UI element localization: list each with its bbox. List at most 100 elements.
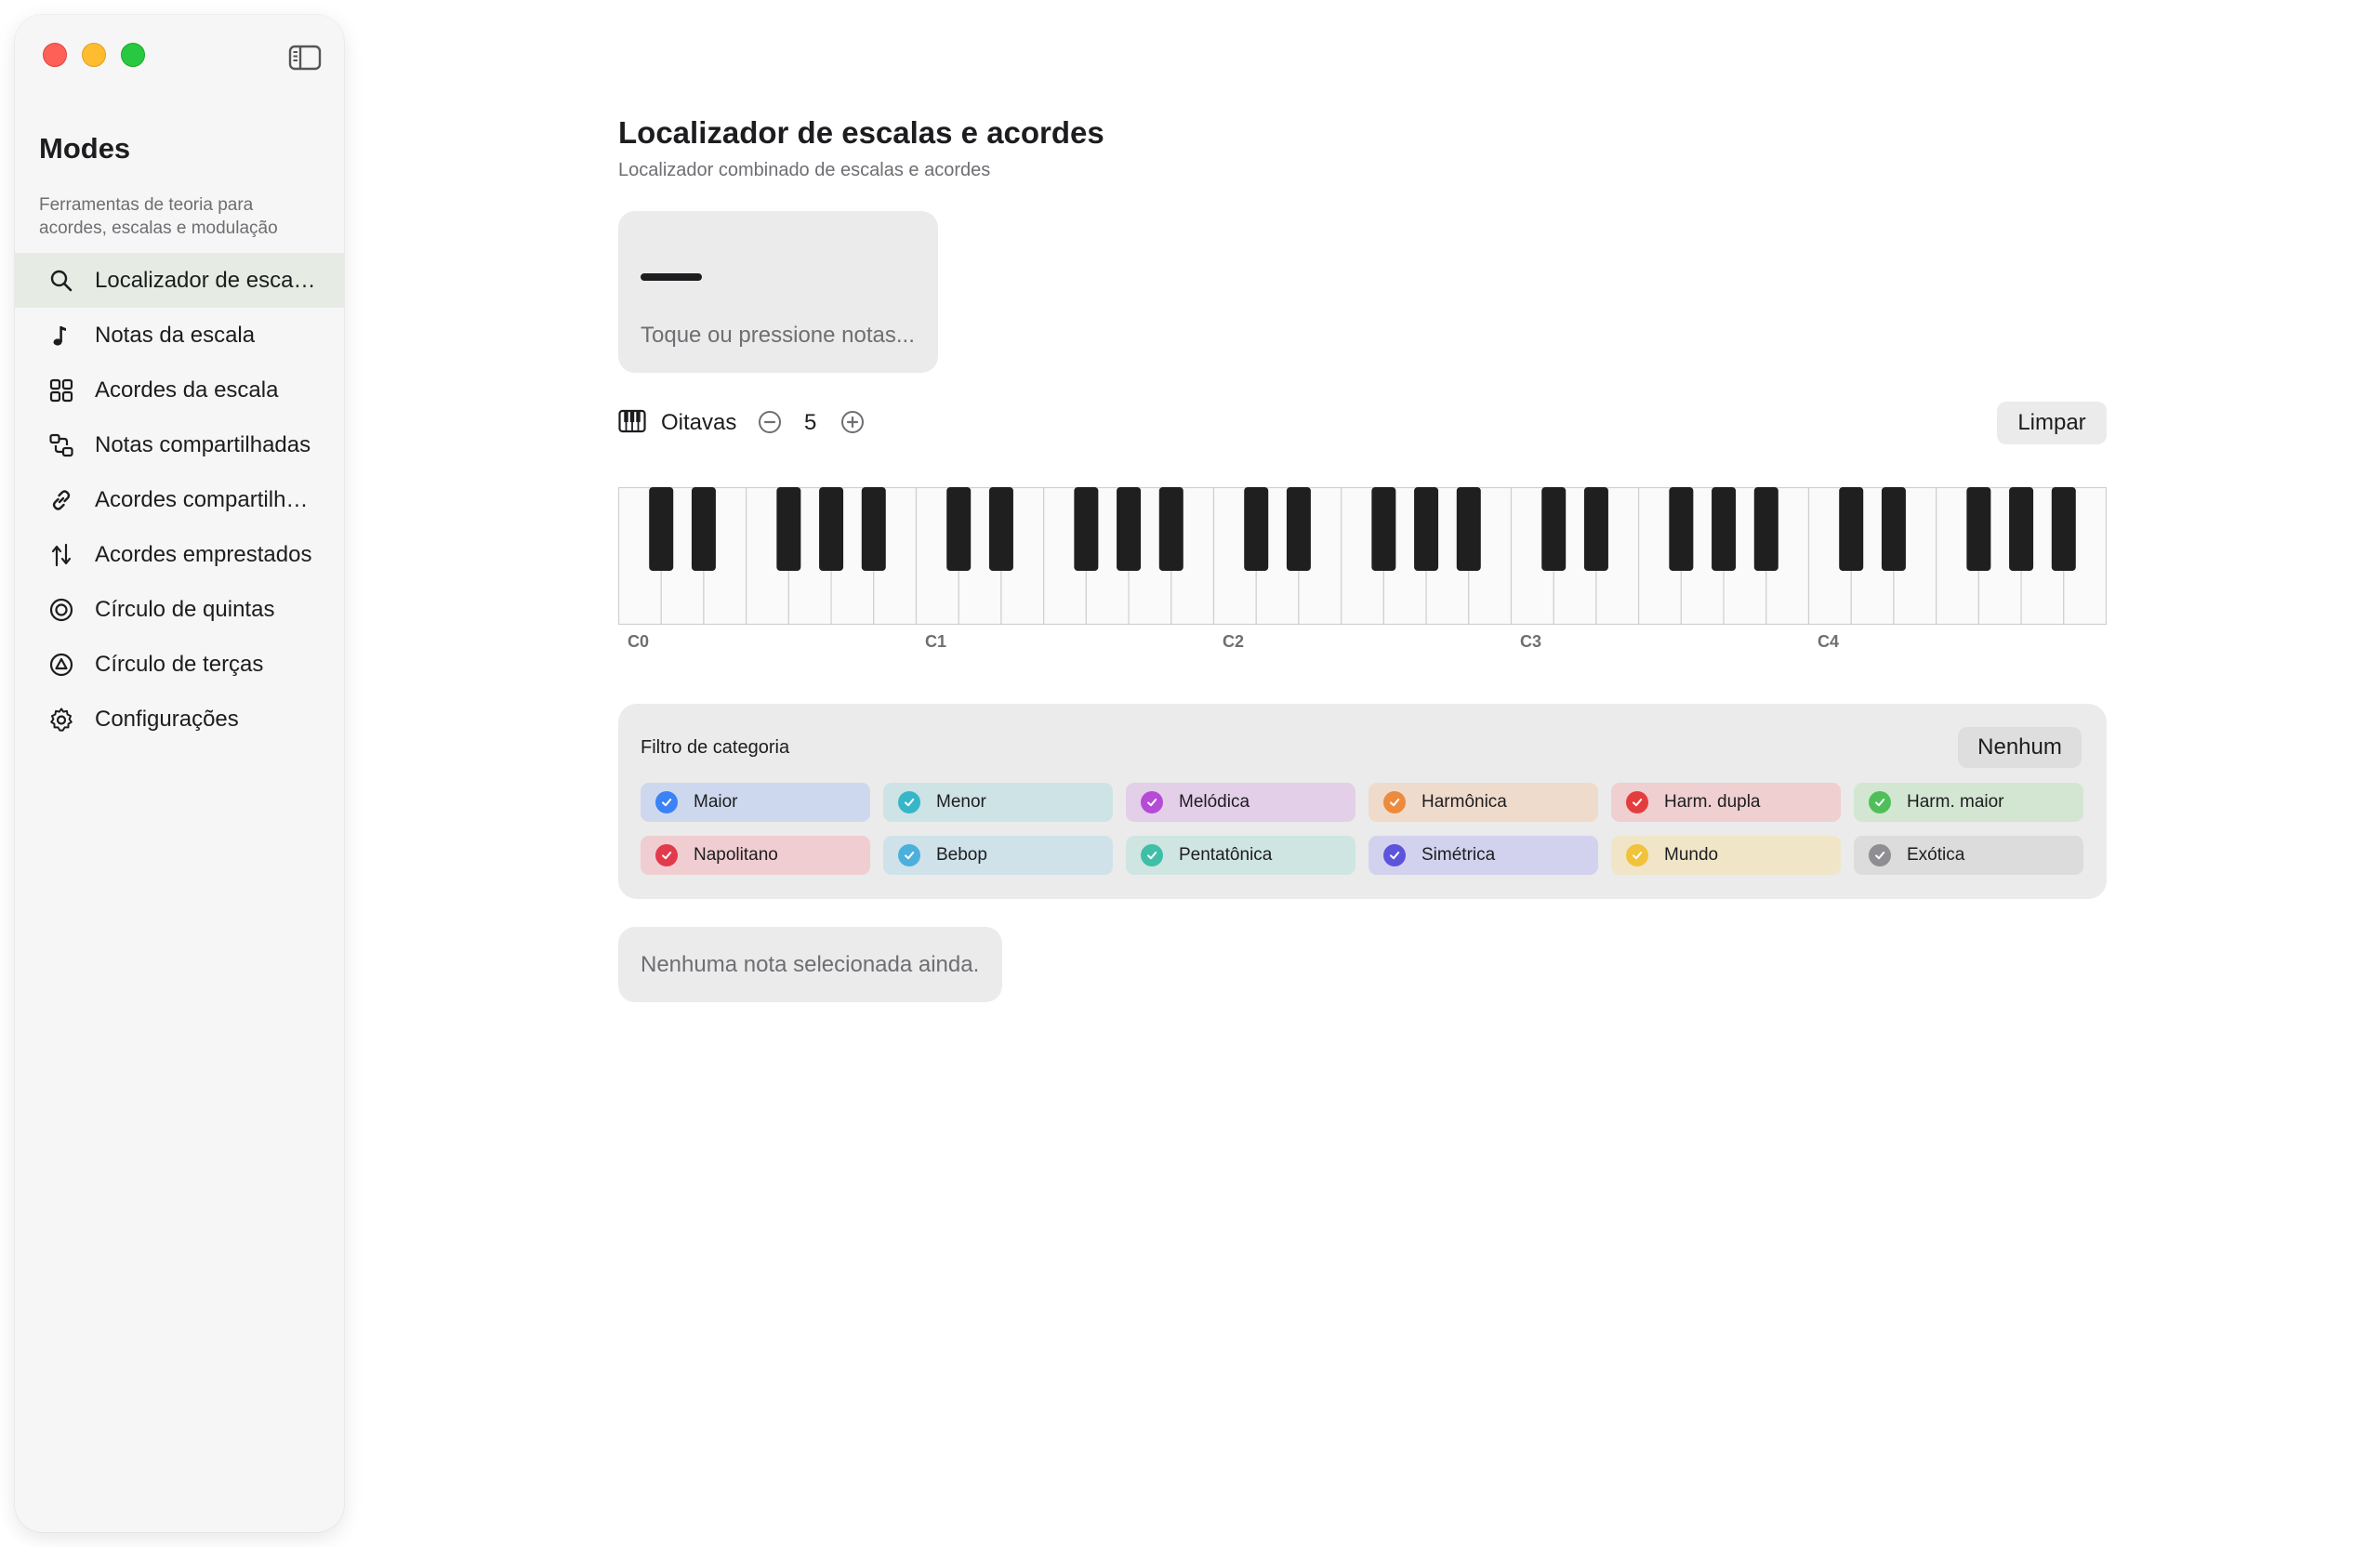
black-key (1286, 487, 1311, 571)
category-chip-label: Harmônica (1421, 792, 1507, 812)
black-key (1414, 487, 1439, 571)
black-key (1371, 487, 1396, 571)
sidebar-toggle-icon[interactable] (288, 45, 322, 71)
black-key (1456, 487, 1481, 571)
grid-icon (48, 377, 74, 403)
octaves-label: Oitavas (661, 410, 737, 435)
search-icon (48, 268, 74, 294)
zoom-window-button[interactable] (121, 43, 145, 67)
checkmark-icon (1626, 844, 1648, 866)
sidebar-item-scale-chords[interactable]: Acordes da escala (15, 363, 344, 417)
sidebar-item-label: Localizador de escalas e acordes (95, 267, 318, 293)
sidebar-item-label: Notas da escala (95, 322, 256, 348)
minimize-window-button[interactable] (82, 43, 106, 67)
checkmark-icon (1869, 791, 1891, 813)
black-key (1074, 487, 1099, 571)
black-key (1244, 487, 1269, 571)
checkmark-icon (1383, 844, 1406, 866)
checkmark-icon (655, 791, 678, 813)
page-title: Localizador de escalas e acordes (618, 115, 1104, 150)
checkmark-icon (898, 844, 920, 866)
sidebar-item-label: Acordes emprestados (95, 541, 312, 567)
sidebar-item-shared-notes[interactable]: Notas compartilhadas (15, 417, 344, 472)
black-key (946, 487, 972, 571)
sidebar-item-label: Círculo de terças (95, 651, 264, 677)
sidebar-item-label: Círculo de quintas (95, 596, 275, 622)
black-key (1753, 487, 1778, 571)
select-none-button[interactable]: Nenhum (1958, 727, 2082, 768)
sidebar-item-circle-of-fifths[interactable]: Círculo de quintas (15, 582, 344, 637)
category-chip[interactable]: Harm. dupla (1611, 783, 1841, 822)
checkmark-icon (655, 844, 678, 866)
black-key (1541, 487, 1567, 571)
octave-labels: C0 C1 C2 C3 C4 (618, 632, 2107, 654)
checkmark-icon (1626, 791, 1648, 813)
category-chip[interactable]: Menor (883, 783, 1113, 822)
empty-message: Nenhuma nota selecionada ainda. (641, 952, 980, 977)
black-key (1881, 487, 1906, 571)
black-key (691, 487, 716, 571)
triangle-circle-icon (48, 652, 74, 678)
category-chip[interactable]: Simétrica (1368, 836, 1598, 875)
octave-controls: Oitavas 5 Limpar (618, 402, 2107, 444)
sidebar-item-label: Acordes da escala (95, 377, 279, 403)
category-chip[interactable]: Melódica (1126, 783, 1355, 822)
octave-label-c3: C3 (1520, 632, 1542, 651)
checkmark-icon (898, 791, 920, 813)
sidebar-item-label: Configurações (95, 706, 239, 732)
sidebar-item-scale-notes[interactable]: Notas da escala (15, 308, 344, 363)
octave-label-c4: C4 (1818, 632, 1840, 651)
sidebar-item-circle-of-thirds[interactable]: Círculo de terças (15, 637, 344, 692)
black-key (988, 487, 1013, 571)
category-chip[interactable]: Maior (641, 783, 870, 822)
octave-label-c1: C1 (925, 632, 947, 651)
category-chip[interactable]: Pentatônica (1126, 836, 1355, 875)
checkmark-icon (1141, 844, 1163, 866)
category-chip[interactable]: Harm. maior (1854, 783, 2083, 822)
category-chip[interactable]: Harmônica (1368, 783, 1598, 822)
category-filter: Filtro de categoria Nenhum Maior Menor Mel… (618, 704, 2107, 899)
black-key (1117, 487, 1142, 571)
octave-count: 5 (804, 410, 817, 435)
decrease-octave-button[interactable] (757, 409, 783, 435)
category-chip-label: Napolitano (694, 845, 778, 865)
window-controls (43, 43, 145, 67)
category-filter-title: Filtro de categoria (641, 737, 790, 758)
category-chip-label: Bebop (936, 845, 987, 865)
sidebar-item-settings[interactable]: Configurações (15, 692, 344, 747)
checkmark-icon (1141, 791, 1163, 813)
sidebar-description: Ferramentas de teoria para acordes, esca… (39, 195, 278, 238)
checkmark-icon (1383, 791, 1406, 813)
sidebar-item-borrowed-chords[interactable]: Acordes emprestados (15, 527, 344, 582)
category-chip-label: Melódica (1179, 792, 1250, 812)
checkmark-icon (1869, 844, 1891, 866)
clear-button[interactable]: Limpar (1997, 402, 2107, 444)
borrow-arrows-icon (48, 542, 74, 568)
sidebar-item-shared-chords[interactable]: Acordes compartilhados (15, 472, 344, 527)
category-chip-label: Menor (936, 792, 986, 812)
black-key (649, 487, 674, 571)
increase-octave-button[interactable] (840, 409, 866, 435)
app-window: Modes Ferramentas de teoria para acordes… (0, 0, 2380, 1547)
black-key (1839, 487, 1864, 571)
sidebar-item-label: Acordes compartilhados (95, 486, 318, 512)
category-chip[interactable]: Exótica (1854, 836, 2083, 875)
black-key (776, 487, 801, 571)
category-chip-label: Maior (694, 792, 738, 812)
close-window-button[interactable] (43, 43, 67, 67)
results-empty-state: Nenhuma nota selecionada ainda. (618, 927, 1002, 1002)
note-input-placeholder: Toque ou pressione notas... (641, 323, 915, 348)
category-chip[interactable]: Bebop (883, 836, 1113, 875)
black-key (2051, 487, 2076, 571)
sidebar-item-scale-chord-finder[interactable]: Localizador de escalas e acordes (15, 253, 344, 308)
piano-keyboard[interactable] (618, 487, 2107, 625)
note-input-card[interactable]: Toque ou pressione notas... (618, 211, 938, 373)
sidebar-title: Modes (39, 132, 131, 165)
empty-notes-dash (641, 273, 702, 281)
category-chip[interactable]: Mundo (1611, 836, 1841, 875)
sidebar-nav: Localizador de escalas e acordes Notas d… (15, 253, 344, 747)
category-chip-label: Simétrica (1421, 845, 1496, 865)
category-chip-label: Pentatônica (1179, 845, 1273, 865)
music-note-icon (48, 323, 74, 349)
category-chip[interactable]: Napolitano (641, 836, 870, 875)
